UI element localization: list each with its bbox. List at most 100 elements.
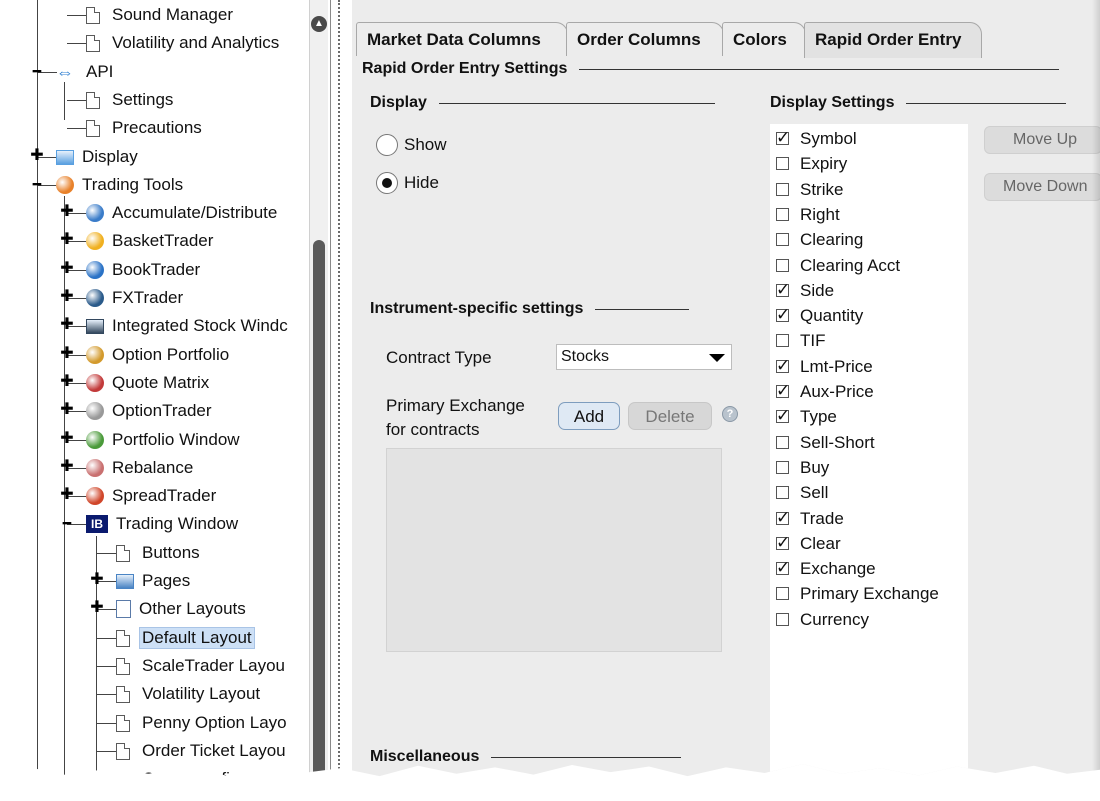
display-setting-expiry[interactable]: Expiry [776, 151, 847, 176]
display-setting-clear[interactable]: ✓ Clear [776, 531, 841, 556]
display-setting-type[interactable]: ✓ Type [776, 404, 837, 429]
expand-icon[interactable]: ✚ [60, 346, 74, 362]
expand-icon[interactable]: ✚ [60, 431, 74, 447]
primary-exchange-list[interactable] [386, 448, 722, 652]
expand-icon[interactable]: ✚ [60, 374, 74, 390]
checkbox-unchecked-icon[interactable] [776, 259, 789, 272]
collapse-icon[interactable]: ━ [60, 516, 74, 531]
tree-item-volatility-layout[interactable]: Volatility Layout [116, 681, 263, 707]
splitter-handle[interactable] [338, 0, 340, 777]
display-hide-option[interactable]: Hide [376, 172, 439, 194]
display-setting-symbol[interactable]: ✓ Symbol [776, 126, 857, 151]
checkbox-unchecked-icon[interactable] [776, 183, 789, 196]
expand-icon[interactable]: ✚ [60, 261, 74, 277]
tree-item-quote-matrix[interactable]: Quote Matrix [86, 370, 212, 396]
checkbox-checked-icon[interactable]: ✓ [776, 534, 790, 551]
display-show-option[interactable]: Show [376, 134, 447, 156]
tree-item-default-layout[interactable]: Default Layout [116, 625, 255, 651]
tree-item-portfolio-window[interactable]: Portfolio Window [86, 427, 243, 453]
tree-item-integrated-stock-windc[interactable]: Integrated Stock Windc [86, 313, 291, 339]
expand-icon[interactable]: ✚ [60, 289, 74, 305]
expand-icon[interactable]: ✚ [60, 232, 74, 248]
miscellaneous-field[interactable] [534, 776, 604, 777]
tree-item-buttons[interactable]: Buttons [116, 540, 203, 566]
expand-icon[interactable]: ✚ [30, 148, 44, 164]
tree-item-fxtrader[interactable]: FXTrader [86, 285, 186, 311]
tree-item-precautions[interactable]: Precautions [86, 115, 205, 141]
tree-item-scaletrader-layou[interactable]: ScaleTrader Layou [116, 653, 288, 679]
expand-icon[interactable]: ✚ [90, 572, 104, 588]
display-setting-sell[interactable]: Sell [776, 480, 828, 505]
tree-item-other-layouts[interactable]: Other Layouts [116, 596, 249, 622]
display-setting-strike[interactable]: Strike [776, 177, 843, 202]
tab-market-data-columns[interactable]: Market Data Columns [356, 22, 568, 56]
display-setting-quantity[interactable]: ✓ Quantity [776, 303, 863, 328]
tree-scrollbar-thumb[interactable] [313, 240, 325, 777]
tree-item-volatility-and-analytics[interactable]: Volatility and Analytics [86, 30, 282, 56]
tree-item-order-ticket-layou[interactable]: Order Ticket Layou [116, 738, 289, 764]
display-setting-trade[interactable]: ✓ Trade [776, 506, 844, 531]
tree-item-sound-manager[interactable]: Sound Manager [86, 2, 236, 28]
tree-item-baskettrader[interactable]: BasketTrader [86, 228, 216, 254]
tree-item-trading-window[interactable]: IB Trading Window [86, 511, 241, 537]
display-setting-primary-exchange[interactable]: Primary Exchange [776, 581, 939, 606]
checkbox-unchecked-icon[interactable] [776, 157, 789, 170]
help-icon[interactable]: ? [722, 406, 738, 422]
contract-type-select[interactable]: Stocks [556, 344, 732, 370]
checkbox-checked-icon[interactable]: ✓ [776, 357, 790, 374]
display-setting-clearing-acct[interactable]: Clearing Acct [776, 253, 900, 278]
checkbox-checked-icon[interactable]: ✓ [776, 306, 790, 323]
tree-scrollbar[interactable]: ▲ [309, 0, 328, 777]
checkbox-unchecked-icon[interactable] [776, 461, 789, 474]
display-setting-lmt-price[interactable]: ✓ Lmt-Price [776, 354, 873, 379]
expand-icon[interactable]: ✚ [90, 600, 104, 616]
expand-icon[interactable]: ✚ [60, 204, 74, 220]
tree-item-trading-tools[interactable]: Trading Tools [56, 172, 186, 198]
checkbox-checked-icon[interactable]: ✓ [776, 129, 790, 146]
checkbox-unchecked-icon[interactable] [776, 613, 789, 626]
display-setting-exchange[interactable]: ✓ Exchange [776, 556, 876, 581]
tree-item-accumulate-distribute[interactable]: Accumulate/Distribute [86, 200, 280, 226]
tree-item-api[interactable]: ⇔ API [56, 59, 116, 85]
dropdown-arrow-icon[interactable] [709, 354, 725, 362]
tree-item-booktrader[interactable]: BookTrader [86, 257, 203, 283]
display-setting-right[interactable]: Right [776, 202, 840, 227]
expand-icon[interactable]: ✚ [60, 487, 74, 503]
checkbox-unchecked-icon[interactable] [776, 436, 789, 449]
checkbox-checked-icon[interactable]: ✓ [776, 509, 790, 526]
expand-icon[interactable]: ✚ [60, 317, 74, 333]
display-setting-aux-price[interactable]: ✓ Aux-Price [776, 379, 874, 404]
expand-icon[interactable]: ✚ [60, 402, 74, 418]
checkbox-unchecked-icon[interactable] [776, 587, 789, 600]
display-setting-side[interactable]: ✓ Side [776, 278, 834, 303]
expand-icon[interactable]: ✚ [60, 459, 74, 475]
tree-item-rebalance[interactable]: Rebalance [86, 455, 196, 481]
tree-item-spreadtrader[interactable]: SpreadTrader [86, 483, 219, 509]
scroll-up-icon[interactable]: ▲ [311, 16, 327, 32]
tree-item-settings[interactable]: Settings [86, 87, 176, 113]
hide-radio[interactable] [376, 172, 398, 194]
display-setting-clearing[interactable]: Clearing [776, 227, 863, 252]
display-setting-sell-short[interactable]: Sell-Short [776, 430, 875, 455]
tab-colors[interactable]: Colors [722, 22, 806, 56]
tab-rapid-order-entry[interactable]: Rapid Order Entry [804, 22, 982, 58]
tree-item-option-portfolio[interactable]: Option Portfolio [86, 342, 232, 368]
collapse-icon[interactable]: ━ [30, 64, 44, 79]
tree-item-penny-option-layo[interactable]: Penny Option Layo [116, 710, 290, 736]
display-setting-buy[interactable]: Buy [776, 455, 829, 480]
checkbox-checked-icon[interactable]: ✓ [776, 559, 790, 576]
checkbox-unchecked-icon[interactable] [776, 334, 789, 347]
add-exchange-button[interactable]: Add [558, 402, 620, 430]
display-setting-tif[interactable]: TIF [776, 328, 826, 353]
move-up-button[interactable]: Move Up [984, 126, 1100, 154]
tree-item-pages[interactable]: Pages [116, 568, 193, 594]
checkbox-checked-icon[interactable]: ✓ [776, 281, 790, 298]
checkbox-checked-icon[interactable]: ✓ [776, 407, 790, 424]
checkbox-checked-icon[interactable]: ✓ [776, 382, 790, 399]
display-settings-list[interactable]: ✓ Symbol Expiry Strike Right Clearing Clearing… [770, 124, 968, 777]
collapse-icon[interactable]: ━ [30, 177, 44, 192]
checkbox-unchecked-icon[interactable] [776, 233, 789, 246]
checkbox-unchecked-icon[interactable] [776, 486, 789, 499]
tree-item-display[interactable]: Display [56, 144, 141, 170]
show-radio[interactable] [376, 134, 398, 156]
